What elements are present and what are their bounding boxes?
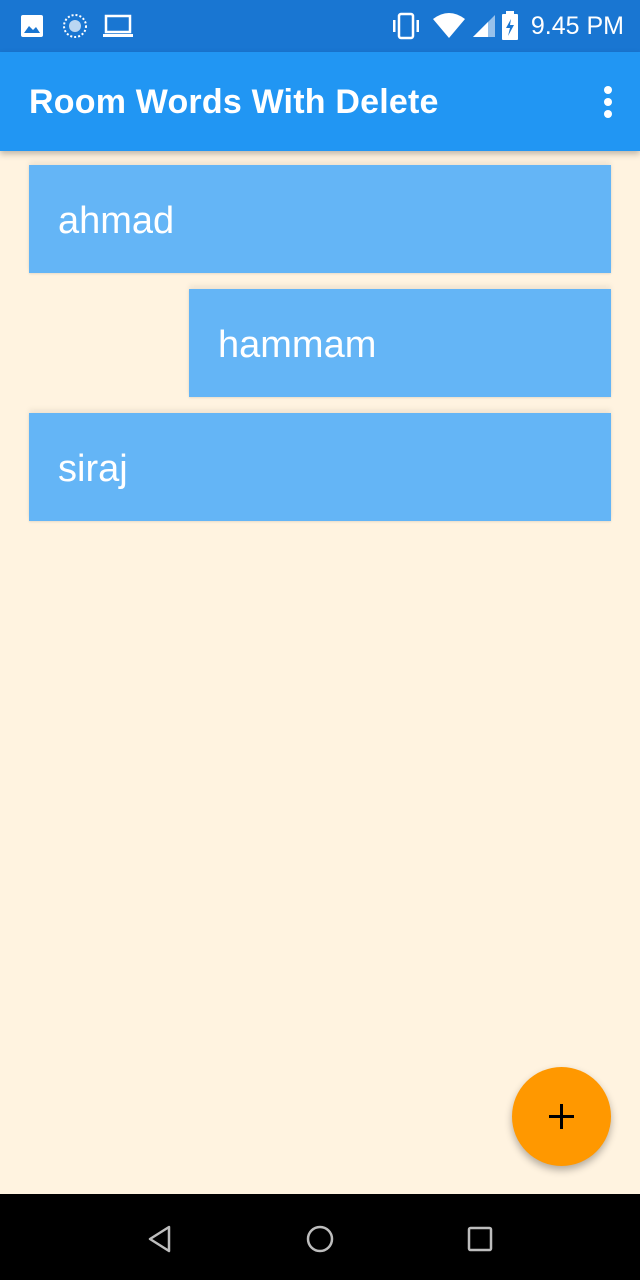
- back-icon[interactable]: [142, 1221, 178, 1257]
- list-item[interactable]: hammam: [189, 289, 611, 397]
- status-bar: 9.45 PM: [0, 0, 640, 52]
- vibrate-icon: [393, 12, 419, 40]
- battery-charging-icon: [502, 11, 518, 40]
- wifi-icon: [433, 13, 465, 38]
- sync-icon: [63, 14, 87, 38]
- overflow-menu-icon[interactable]: [598, 84, 618, 120]
- laptop-icon: [103, 14, 133, 37]
- navigation-bar: [0, 1194, 640, 1280]
- word-text: ahmad: [58, 200, 175, 242]
- cell-signal-icon: [473, 15, 495, 37]
- recents-icon[interactable]: [462, 1221, 498, 1257]
- list-item[interactable]: siraj: [29, 413, 611, 521]
- home-icon[interactable]: [302, 1221, 338, 1257]
- list-item[interactable]: ahmad: [29, 165, 611, 273]
- image-icon: [21, 15, 43, 37]
- word-text: hammam: [218, 324, 377, 366]
- add-word-button[interactable]: [512, 1067, 611, 1166]
- word-text: siraj: [58, 448, 128, 490]
- app-title: Room Words With Delete: [29, 83, 439, 121]
- status-time: 9.45 PM: [530, 12, 624, 40]
- app-bar: Room Words With Delete: [0, 52, 640, 151]
